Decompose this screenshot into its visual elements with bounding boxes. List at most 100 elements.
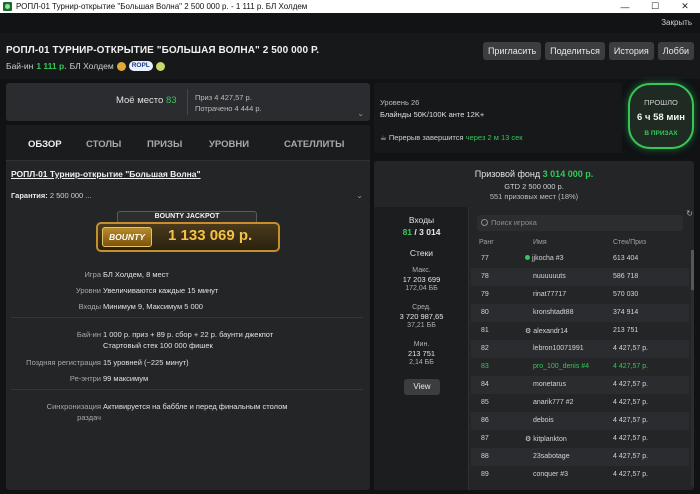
detail-value: БЛ Холдем, 8 мест [103, 270, 169, 279]
player-rank: 79 [481, 291, 489, 298]
avg-bb: 37,21 ББ [407, 322, 436, 329]
detail-key: раздач [77, 413, 101, 422]
tab-satellites[interactable]: САТЕЛЛИТЫ [284, 139, 344, 150]
refresh-icon[interactable]: ↻ [686, 209, 693, 218]
scrollbar-thumb[interactable] [691, 250, 694, 290]
player-rank: 78 [481, 273, 489, 280]
ropl-badge: ROPL [128, 61, 153, 71]
overview-panel: ОБЗОР СТОЛЫ ПРИЗЫ УРОВНИ САТЕЛЛИТЫ РОПЛ-… [6, 125, 370, 490]
entries-total: / 3 014 [414, 227, 441, 237]
player-rank: 87 [481, 435, 489, 442]
online-dot-icon [525, 255, 530, 260]
player-rank: 88 [481, 453, 489, 460]
player-stack: 213 751 [613, 327, 639, 334]
gear-icon: ⚙ [525, 436, 532, 443]
my-place-panel[interactable]: Моё место 83 Приз 4 427,57 р. Потрачено … [6, 83, 370, 121]
player-name: rinat77717 [533, 291, 566, 298]
tournament-name: РОПЛ-01 ТУРНИР-ОТКРЫТИЕ "БОЛЬШАЯ ВОЛНА" … [6, 45, 320, 56]
coffee-icon: ☕ [380, 133, 387, 142]
view-button[interactable]: View [404, 379, 440, 395]
player-rank: 84 [481, 381, 489, 388]
search-icon [481, 219, 488, 226]
search-input[interactable]: Поиск игрока [477, 215, 683, 231]
player-name-text: alexandr14 [533, 328, 568, 335]
player-row[interactable]: 81 ⚙ alexandr14 213 751 [471, 322, 689, 340]
player-stack: 4 427,57 р. [613, 417, 649, 424]
avg-value: 3 720 987,65 [399, 312, 444, 321]
search-placeholder: Поиск игрока [491, 218, 537, 227]
tab-levels[interactable]: УРОВНИ [209, 139, 249, 150]
chevron-down-icon[interactable]: ⌄ [357, 109, 364, 118]
my-place-label: Моё место [116, 95, 164, 106]
player-name: debois [533, 417, 554, 424]
chevron-down-icon[interactable]: ⌄ [356, 191, 363, 200]
player-row[interactable]: 89 conquer #3 4 427,57 р. [471, 466, 689, 484]
window-titlebar: РОПЛ-01 Турнир-открытие "Большая Волна" … [0, 0, 700, 13]
detail-value: 99 максимум [103, 374, 149, 383]
avg-label: Сред. [412, 304, 431, 311]
entries-label: Входы [408, 215, 435, 225]
player-row[interactable]: 85 anarik777 #2 4 427,57 р. [471, 394, 689, 412]
player-name-text: debois [533, 417, 554, 424]
player-name: nuuuuuuts [533, 273, 566, 280]
prize-fund-label: Призовой фонд [474, 169, 541, 179]
history-button[interactable]: История [608, 42, 654, 60]
tournament-title-link[interactable]: РОПЛ-01 Турнир-открытие "Большая Волна" [11, 169, 201, 179]
guarantee-label: Гарантия: [11, 191, 48, 200]
player-row[interactable]: 78 nuuuuuuts 586 718 [471, 268, 689, 286]
player-row[interactable]: 80 kronshtadt88 374 914 [471, 304, 689, 322]
scrollbar[interactable] [691, 250, 694, 486]
player-name: ⚙ kitplankton [525, 435, 567, 443]
player-row[interactable]: 87 ⚙ kitplankton 4 427,57 р. [471, 430, 689, 448]
share-button[interactable]: Поделиться [545, 42, 605, 60]
timer-zone: В ПРИЗАХ [644, 130, 678, 137]
gtd: GTD 2 500 000 р. [504, 182, 564, 191]
tab-tables[interactable]: СТОЛЫ [86, 139, 121, 150]
player-name: kronshtadt88 [533, 309, 573, 316]
player-row[interactable]: 86 debois 4 427,57 р. [471, 412, 689, 430]
col-stack[interactable]: Стек/Приз [613, 239, 646, 246]
player-name: lebron10071991 [533, 345, 584, 352]
player-row[interactable]: 84 monetarus 4 427,57 р. [471, 376, 689, 394]
maximize-icon[interactable]: ☐ [640, 1, 670, 12]
prize-fund: Призовой фонд 3 014 000 р. [374, 169, 694, 179]
detail-value: 1 000 р. приз + 89 р. сбор + 22 р. баунт… [103, 330, 274, 339]
player-stack: 570 030 [613, 291, 639, 298]
timer-label: ПРОШЛО [644, 98, 678, 107]
player-name-text: pro_100_denis #4 [533, 363, 590, 370]
tab-prizes[interactable]: ПРИЗЫ [147, 139, 182, 150]
my-spent: Потрачено 4 444 р. [195, 104, 262, 113]
close-icon[interactable]: ✕ [670, 1, 700, 12]
break-countdown: через 2 м 13 сек [465, 133, 523, 142]
tab-overview[interactable]: ОБЗОР [28, 139, 62, 150]
buyin-line: Бай-ин 1 111 р. БЛ Холдем ROPL [6, 61, 165, 71]
player-name-text: conquer #3 [533, 471, 569, 478]
app-icon [3, 2, 12, 11]
player-row[interactable]: 82 lebron10071991 4 427,57 р. [471, 340, 689, 358]
player-name: ⚙ alexandr14 [525, 327, 568, 335]
minimize-icon[interactable]: — [610, 2, 640, 12]
player-row[interactable]: 88 23sabotage 4 427,57 р. [471, 448, 689, 466]
player-name-text: anarik777 #2 [533, 399, 574, 406]
max-value: 17 203 699 [402, 275, 441, 284]
invite-button[interactable]: Пригласить [482, 42, 542, 60]
player-rank: 80 [481, 309, 489, 316]
close-link[interactable]: Закрыть [661, 18, 692, 27]
col-name[interactable]: Имя [533, 239, 547, 246]
break-label: Перерыв завершится [388, 133, 464, 142]
player-name: monetarus [533, 381, 566, 388]
lobby-button[interactable]: Лобби [657, 42, 694, 60]
player-name: pro_100_denis #4 [533, 363, 589, 370]
game-label: БЛ Холдем [69, 61, 114, 71]
player-row[interactable]: 77 jjkocha #3 613 404 [471, 250, 689, 268]
max-stack: Макс. 17 203 699 172,04 ББ [374, 266, 469, 293]
player-rank: 77 [481, 255, 489, 262]
player-row[interactable]: 83 pro_100_denis #4 4 427,57 р. [471, 358, 689, 376]
player-name-text: kronshtadt88 [533, 309, 574, 316]
player-stack: 4 427,57 р. [613, 471, 649, 478]
menubar: Закрыть [0, 13, 700, 33]
player-name-text: lebron10071991 [533, 345, 584, 352]
col-rank[interactable]: Ранг [479, 239, 494, 246]
detail-value: 15 уровней (~225 минут) [103, 358, 189, 367]
player-row[interactable]: 79 rinat77717 570 030 [471, 286, 689, 304]
